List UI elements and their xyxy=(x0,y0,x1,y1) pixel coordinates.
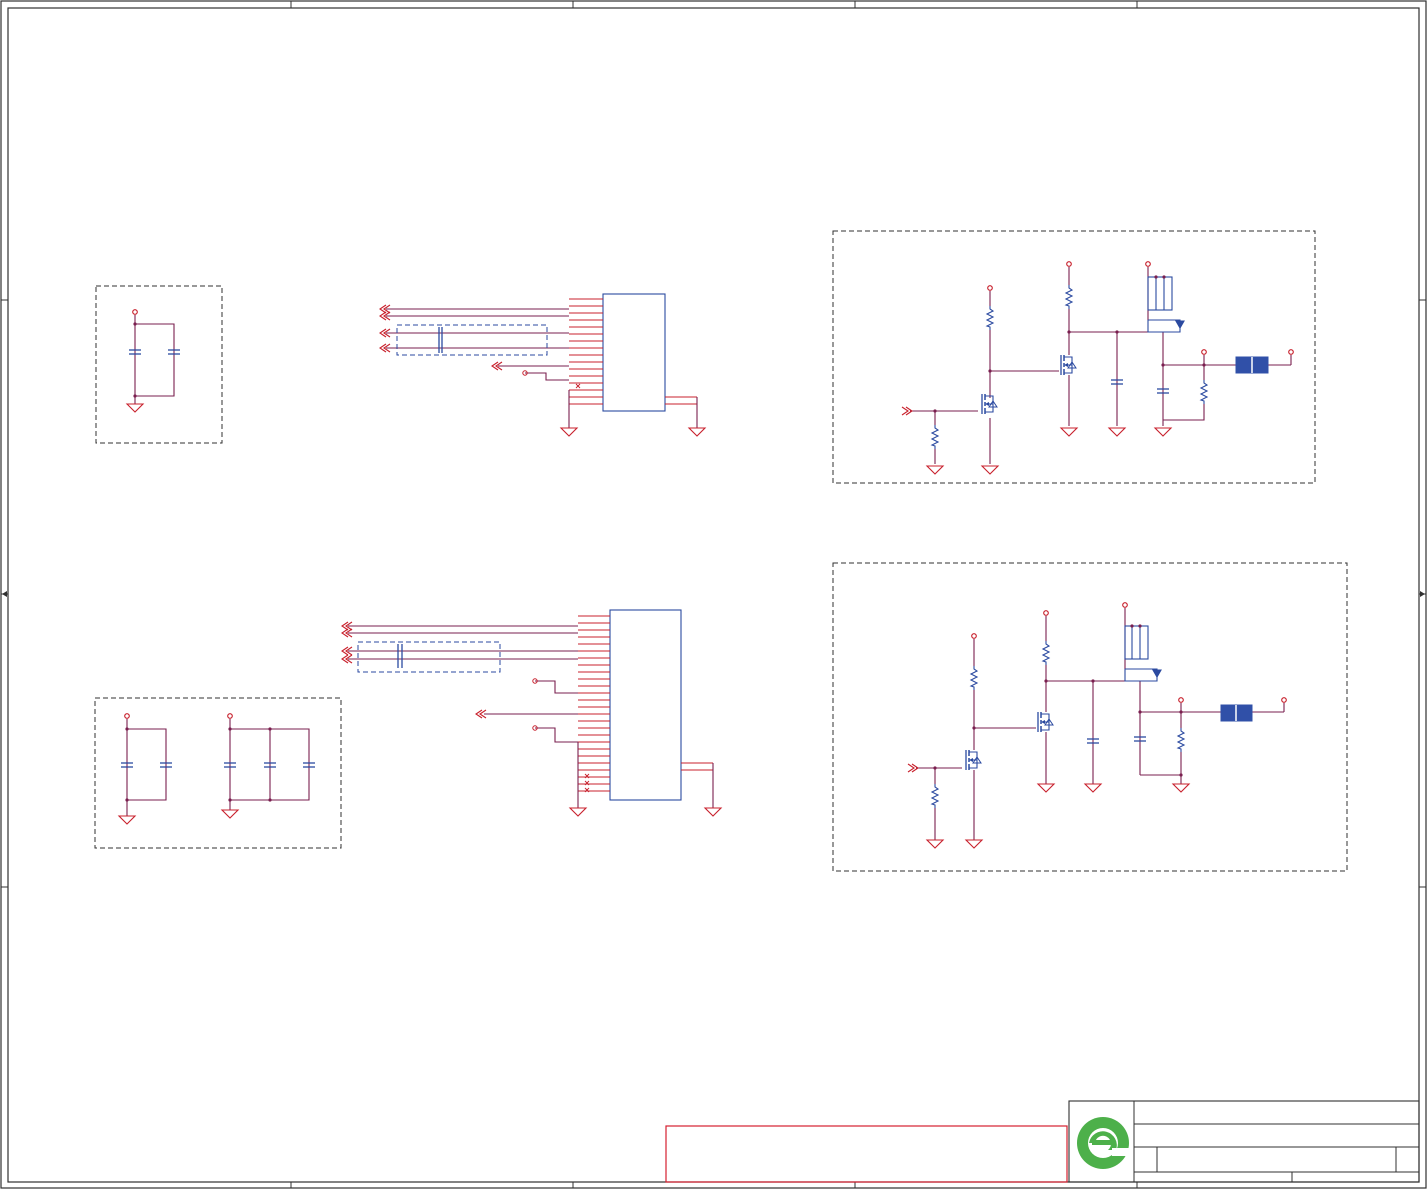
ground-symbol xyxy=(688,427,706,437)
decoupling-block-top xyxy=(95,285,223,444)
ground-symbol xyxy=(126,403,144,413)
power-switch-circuit-bottom xyxy=(832,562,1348,872)
sheet-frame xyxy=(0,0,1427,1189)
company-logo-icon xyxy=(1077,1117,1130,1169)
mosfet-symbol xyxy=(1060,354,1077,376)
ground-symbol xyxy=(560,427,578,437)
notes-box xyxy=(665,1125,1068,1183)
schematic-sheet xyxy=(0,0,1427,1189)
connector-ic-bottom xyxy=(341,609,722,817)
decoupling-block-bottom xyxy=(94,697,342,849)
power-symbol xyxy=(132,309,138,315)
connector-ic-top xyxy=(379,293,706,437)
power-switch-circuit-top xyxy=(832,230,1316,484)
